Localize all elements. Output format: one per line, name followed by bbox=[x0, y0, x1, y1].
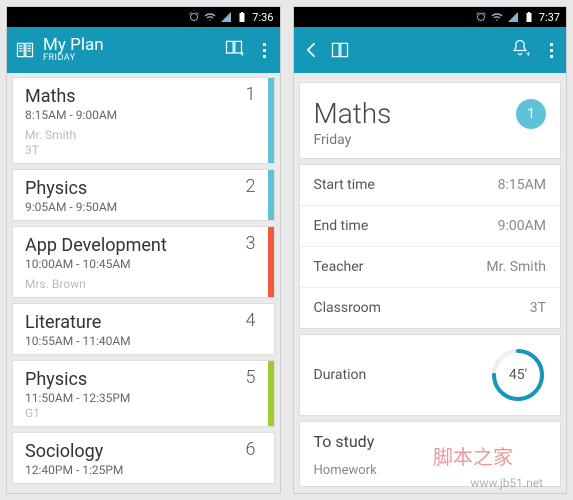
duration-value: 45' bbox=[490, 347, 546, 403]
schedule-card[interactable]: App Development 10:00AM - 10:45AM Mrs. Br… bbox=[12, 226, 275, 298]
action-bar: My Plan FRIDAY + bbox=[7, 27, 280, 73]
period-number: 6 bbox=[246, 439, 256, 460]
status-time: 7:37 bbox=[539, 11, 560, 24]
status-bar: 7:37 bbox=[294, 7, 567, 27]
class-name: Maths bbox=[25, 86, 262, 107]
signal-icon bbox=[507, 11, 519, 23]
period-number: 2 bbox=[246, 176, 256, 197]
page-title: My Plan bbox=[43, 36, 104, 55]
class-teacher: Mrs. Brown bbox=[25, 277, 262, 291]
class-name: Sociology bbox=[25, 441, 262, 462]
study-title: To study bbox=[314, 432, 547, 451]
row-label: Start time bbox=[314, 177, 375, 193]
class-teacher: Mr. Smith bbox=[25, 128, 262, 142]
detail-row[interactable]: Classroom 3T bbox=[300, 288, 561, 328]
overflow-menu-button[interactable] bbox=[544, 43, 558, 58]
period-badge: 1 bbox=[516, 99, 546, 129]
schedule-card[interactable]: Literature 10:55AM - 11:40AM 4 bbox=[12, 303, 275, 355]
color-stripe bbox=[268, 170, 274, 220]
action-bar: + bbox=[294, 27, 567, 73]
class-room: G1 bbox=[25, 406, 262, 420]
row-value: 3T bbox=[530, 300, 546, 316]
class-time: 10:55AM - 11:40AM bbox=[25, 334, 262, 348]
schedule-card[interactable]: Sociology 12:40PM - 1:25PM 6 bbox=[12, 432, 275, 484]
schedule-card[interactable]: Physics 9:05AM - 9:50AM 2 bbox=[12, 169, 275, 221]
wifi-icon bbox=[204, 11, 216, 23]
duration-label: Duration bbox=[314, 367, 367, 383]
row-value: 9:00AM bbox=[498, 218, 546, 234]
plan-icon[interactable] bbox=[330, 40, 350, 60]
color-stripe bbox=[268, 361, 274, 426]
page-subtitle: FRIDAY bbox=[43, 54, 104, 64]
class-time: 9:05AM - 9:50AM bbox=[25, 200, 262, 214]
class-time: 12:40PM - 1:25PM bbox=[25, 463, 262, 477]
signal-icon bbox=[220, 11, 232, 23]
class-time: 8:15AM - 9:00AM bbox=[25, 108, 262, 122]
schedule-list[interactable]: Maths 8:15AM - 9:00AM Mr. Smith3T 1 Physics… bbox=[7, 73, 280, 493]
duration-circle: 45' bbox=[490, 347, 546, 403]
svg-text:+: + bbox=[239, 49, 243, 58]
color-stripe bbox=[268, 78, 274, 163]
row-value: Mr. Smith bbox=[486, 259, 546, 275]
detail-row[interactable]: End time 9:00AM bbox=[300, 206, 561, 247]
schedule-card[interactable]: Maths 8:15AM - 9:00AM Mr. Smith3T 1 bbox=[12, 77, 275, 164]
add-reminder-button[interactable]: + bbox=[510, 38, 530, 62]
alarm-icon bbox=[188, 11, 200, 23]
class-name: Literature bbox=[25, 312, 262, 333]
duration-card: Duration 45' bbox=[299, 334, 562, 416]
class-day: Friday bbox=[314, 132, 547, 148]
class-time: 10:00AM - 10:45AM bbox=[25, 257, 262, 271]
detail-content[interactable]: Maths Friday 1 Start time 8:15AM End time 9… bbox=[294, 73, 567, 493]
phone-left: 7:36 My Plan FRIDAY + Maths 8:15AM - 9:0… bbox=[6, 6, 281, 494]
book-plus-icon: + bbox=[224, 38, 244, 58]
row-value: 8:15AM bbox=[498, 177, 546, 193]
alarm-icon bbox=[475, 11, 487, 23]
schedule-card[interactable]: Physics 11:50AM - 12:35PMG1 5 bbox=[12, 360, 275, 427]
detail-rows: Start time 8:15AM End time 9:00AM Teacher Mr.… bbox=[299, 164, 562, 329]
battery-icon bbox=[236, 11, 248, 23]
period-number: 4 bbox=[246, 310, 256, 331]
class-name: Physics bbox=[25, 178, 262, 199]
class-room: 3T bbox=[25, 143, 262, 157]
class-name: Physics bbox=[25, 369, 262, 390]
study-card: To study Homework bbox=[299, 421, 562, 487]
status-bar: 7:36 bbox=[7, 7, 280, 27]
svg-text:+: + bbox=[526, 49, 530, 58]
period-number: 1 bbox=[246, 84, 256, 105]
study-item[interactable]: Homework bbox=[314, 459, 547, 482]
wifi-icon bbox=[491, 11, 503, 23]
class-time: 11:50AM - 12:35PM bbox=[25, 391, 262, 405]
period-number: 5 bbox=[246, 367, 256, 388]
detail-row[interactable]: Teacher Mr. Smith bbox=[300, 247, 561, 288]
battery-icon bbox=[523, 11, 535, 23]
color-stripe bbox=[268, 227, 274, 297]
class-name: Maths bbox=[314, 97, 547, 130]
row-label: Teacher bbox=[314, 259, 364, 275]
period-number: 3 bbox=[246, 233, 256, 254]
detail-row[interactable]: Start time 8:15AM bbox=[300, 165, 561, 206]
row-label: Classroom bbox=[314, 300, 381, 316]
add-plan-button[interactable]: + bbox=[224, 38, 244, 62]
bell-plus-icon: + bbox=[510, 38, 530, 58]
title-block[interactable]: My Plan FRIDAY bbox=[43, 36, 104, 65]
overflow-menu-button[interactable] bbox=[258, 43, 272, 58]
detail-header: Maths Friday 1 bbox=[299, 82, 562, 159]
plan-icon[interactable] bbox=[15, 40, 35, 60]
phone-right: 7:37 + Maths Friday 1 Start time 8:15AM En… bbox=[293, 6, 568, 494]
row-label: End time bbox=[314, 218, 369, 234]
status-time: 7:36 bbox=[252, 11, 273, 24]
class-name: App Development bbox=[25, 235, 262, 256]
back-icon[interactable] bbox=[302, 40, 322, 60]
